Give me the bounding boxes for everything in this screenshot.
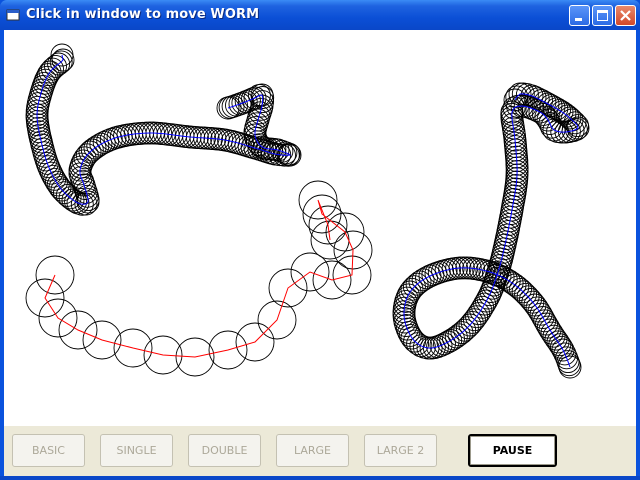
close-button[interactable] — [615, 5, 636, 26]
minimize-icon — [575, 18, 582, 21]
app-icon — [6, 9, 20, 21]
worm-canvas[interactable] — [4, 30, 636, 426]
worm-path-line — [403, 93, 579, 368]
worm-path-line — [44, 199, 354, 358]
double-button[interactable]: DOUBLE — [188, 434, 261, 467]
window-border — [0, 476, 640, 480]
worm-small-1 — [25, 43, 302, 216]
worm-small-2 — [392, 82, 590, 379]
maximize-button[interactable] — [592, 5, 613, 26]
window-title: Click in window to move WORM — [26, 7, 260, 22]
basic-button[interactable]: BASIC — [12, 434, 85, 467]
title-bar[interactable]: Click in window to move WORM — [0, 0, 640, 30]
minimize-button[interactable] — [569, 5, 590, 26]
maximize-icon — [597, 10, 608, 21]
app-window: Click in window to move WORM BASIC SINGL… — [0, 0, 640, 480]
close-icon — [620, 10, 631, 21]
worm-drawing — [25, 43, 590, 379]
large-2-button[interactable]: LARGE 2 — [364, 434, 437, 467]
pause-button[interactable]: PAUSE — [468, 434, 557, 467]
single-button[interactable]: SINGLE — [100, 434, 173, 467]
large-button[interactable]: LARGE — [276, 434, 349, 467]
